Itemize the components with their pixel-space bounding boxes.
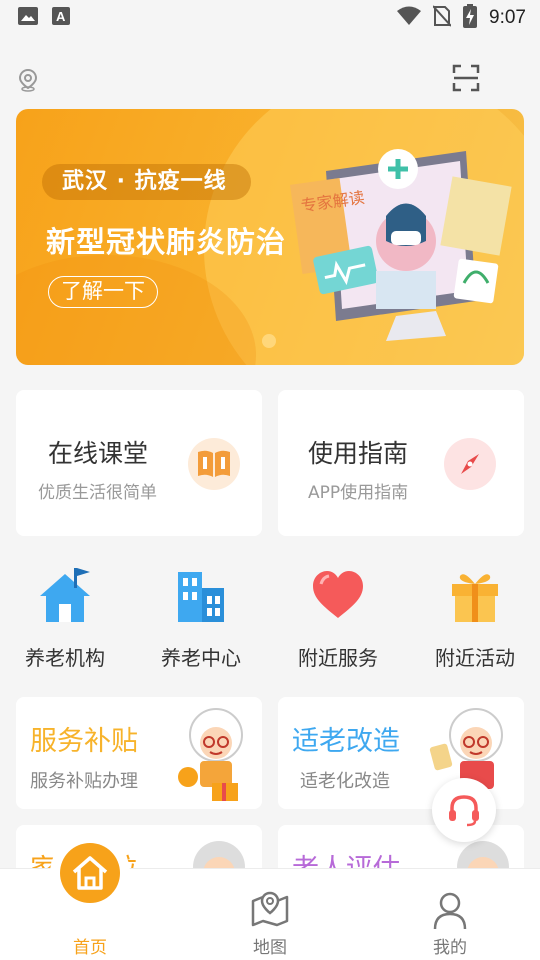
map-icon	[251, 891, 289, 927]
grid-item-label: 附近活动	[435, 646, 515, 670]
doctor-monitor-illustration: 专家解读	[276, 131, 516, 345]
card-title: 使用指南	[308, 439, 409, 468]
tab-label: 首页	[73, 938, 107, 958]
top-bar	[0, 58, 540, 102]
service-subtitle: 适老化改造	[300, 771, 390, 792]
battery-charging-icon	[463, 4, 478, 32]
svg-text:A: A	[56, 9, 66, 24]
tab-label: 地图	[253, 938, 287, 958]
heart-icon	[313, 571, 363, 618]
customer-service-button[interactable]	[432, 778, 496, 842]
gift-icon	[452, 574, 498, 622]
no-sim-icon	[432, 5, 452, 31]
scan-icon[interactable]	[452, 64, 480, 96]
buildings-icon	[178, 572, 224, 622]
grid-item-nearby-service[interactable]: 附近服务	[273, 562, 403, 672]
image-icon	[18, 7, 38, 29]
tab-profile[interactable]: 我的	[390, 869, 510, 960]
tab-map[interactable]: 地图	[210, 869, 330, 960]
service-subtitle: 服务补贴办理	[30, 771, 138, 792]
grid-item-elder-center[interactable]: 养老中心	[136, 562, 266, 672]
elderly-woman-illustration	[178, 708, 243, 801]
carousel-indicator[interactable]	[262, 334, 276, 348]
grid-item-label: 附近服务	[298, 646, 378, 670]
promo-banner[interactable]: 武汉 · 抗疫一线 新型冠状肺炎防治 了解一下 专家解读	[16, 109, 524, 365]
online-class-card[interactable]: 在线课堂 优质生活很简单	[16, 390, 262, 536]
wifi-icon	[397, 6, 422, 30]
grid-item-nearby-activity[interactable]: 附近活动	[410, 562, 540, 672]
card-subtitle: 优质生活很简单	[38, 483, 157, 503]
grid-item-label: 养老中心	[161, 646, 241, 670]
house-icon	[40, 568, 90, 622]
service-title: 适老改造	[292, 726, 400, 757]
card-title: 在线课堂	[48, 439, 149, 468]
home-icon	[60, 843, 120, 903]
location-icon[interactable]	[18, 68, 38, 96]
card-subtitle: APP使用指南	[308, 483, 409, 503]
user-guide-card[interactable]: 使用指南 APP使用指南	[278, 390, 524, 536]
book-icon	[188, 438, 240, 490]
banner-title: 新型冠状肺炎防治	[46, 225, 287, 259]
service-title: 服务补贴	[30, 726, 138, 757]
user-icon	[433, 892, 467, 930]
banner-tag: 武汉 · 抗疫一线	[42, 164, 251, 200]
status-bar: A 9:07	[0, 0, 540, 36]
compass-icon	[444, 438, 496, 490]
a-text-icon: A	[52, 7, 70, 29]
headset-icon	[449, 795, 479, 827]
tab-label: 我的	[433, 938, 467, 958]
status-time: 9:07	[489, 7, 526, 28]
grid-item-label: 养老机构	[25, 646, 105, 670]
learn-more-button[interactable]: 了解一下	[48, 276, 158, 308]
tab-home[interactable]: 首页	[30, 843, 150, 960]
bottom-tab-bar: 首页 地图 我的	[0, 843, 540, 960]
service-subsidy-card[interactable]: 服务补贴 服务补贴办理	[16, 697, 262, 809]
grid-item-elder-institution[interactable]: 养老机构	[0, 562, 130, 672]
